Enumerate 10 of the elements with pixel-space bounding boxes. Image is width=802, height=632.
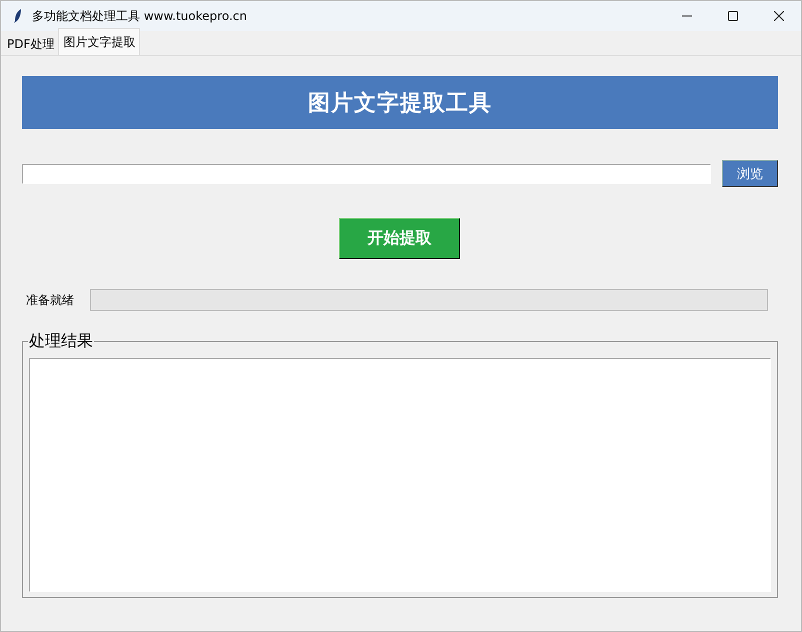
maximize-icon[interactable] (728, 11, 738, 21)
tab[interactable]: 图片文字提取 (58, 28, 140, 55)
feather-icon (13, 8, 23, 24)
tab[interactable]: PDF处理 (3, 33, 58, 55)
browse-button[interactable]: 浏览 (722, 160, 778, 187)
banner-title: 图片文字提取工具 (22, 76, 778, 129)
window-title: 多功能文档处理工具 www.tuokepro.cn (32, 8, 247, 24)
file-path-field[interactable] (22, 164, 711, 184)
status-text: 准备就绪 (26, 292, 75, 308)
close-icon[interactable] (774, 11, 784, 21)
